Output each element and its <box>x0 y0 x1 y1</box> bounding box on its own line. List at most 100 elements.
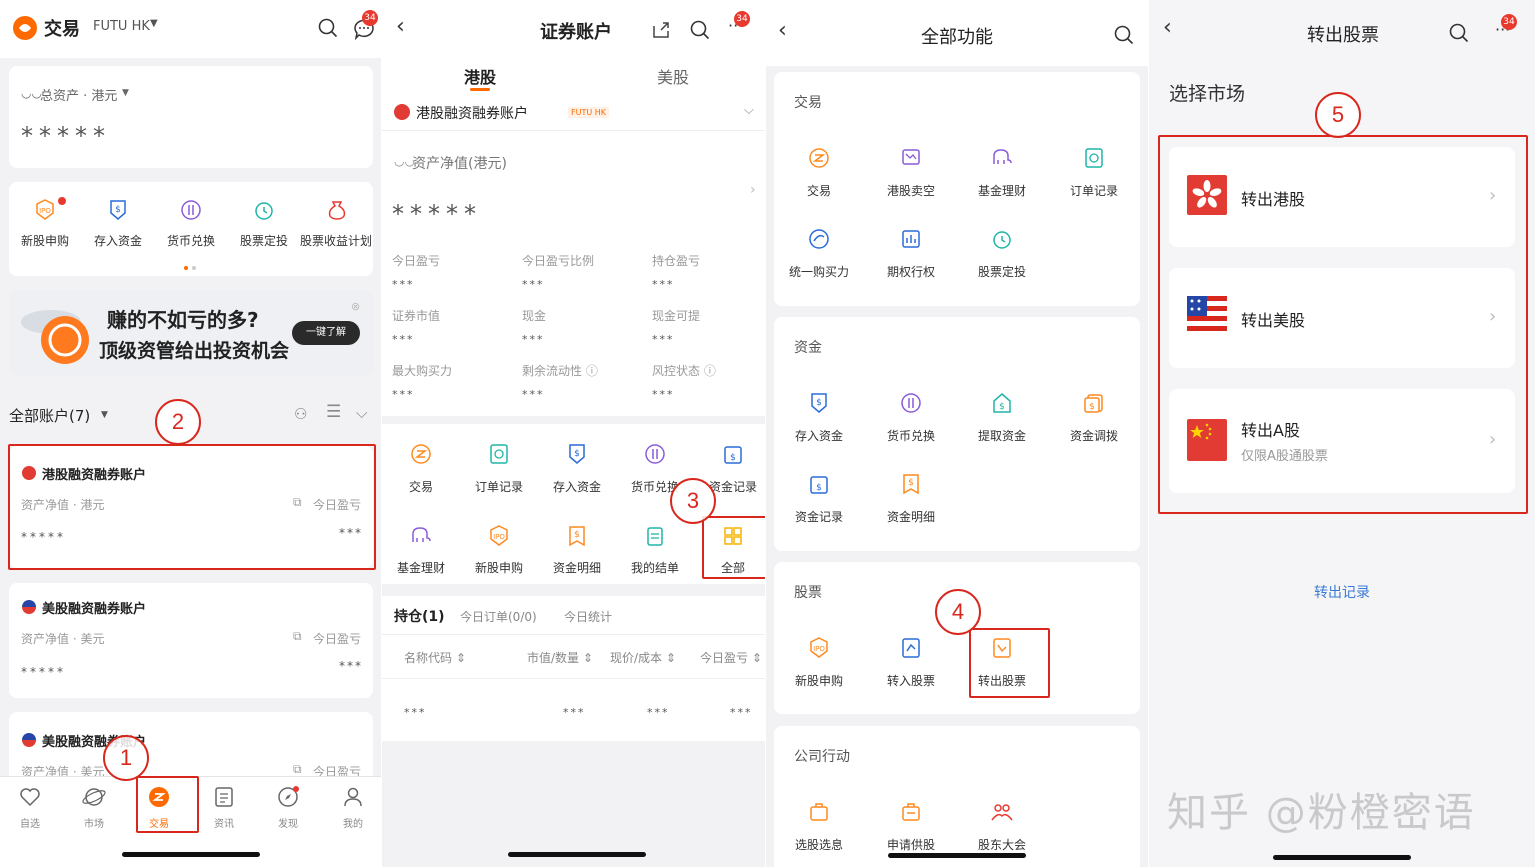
ipo-icon[interactable]: IPO <box>487 524 511 548</box>
user-icon[interactable]: ⚇ <box>294 405 307 423</box>
tab-me[interactable]: 我的 <box>328 815 378 830</box>
fund-detail-icon[interactable]: $ <box>565 524 589 548</box>
share-icon[interactable]: ⧉ <box>293 762 302 777</box>
col-price-cost[interactable]: 现价/成本 ⇕ <box>610 649 676 666</box>
tab-discover[interactable]: 发现 <box>263 815 313 830</box>
func-order-record[interactable]: 订单记录 <box>459 478 539 495</box>
transfer-in-icon[interactable] <box>899 636 923 660</box>
func-statement[interactable]: 我的结单 <box>615 559 695 576</box>
func-regular-invest[interactable]: 股票定投 <box>962 263 1042 280</box>
ipo-icon[interactable]: IPO <box>33 198 57 222</box>
briefcase-icon[interactable] <box>807 800 831 824</box>
quick-exchange[interactable]: 货币兑换 <box>151 232 231 249</box>
elephant-icon[interactable] <box>990 146 1014 170</box>
func-dividend-choice[interactable]: 选股选息 <box>779 836 859 853</box>
order-record-icon[interactable] <box>1082 146 1106 170</box>
planet-icon[interactable] <box>82 785 106 809</box>
func-trade[interactable]: 交易 <box>779 182 859 199</box>
tab-us-stocks[interactable]: 美股 <box>657 64 689 88</box>
ipo-icon[interactable]: IPO <box>807 636 831 660</box>
tab-news[interactable]: 资讯 <box>199 815 249 830</box>
tab-market[interactable]: 市场 <box>69 815 119 830</box>
statement-icon[interactable] <box>643 524 667 548</box>
tab-hk-stocks[interactable]: 港股 <box>464 64 496 88</box>
money-bag-icon[interactable] <box>325 198 349 222</box>
tab-today-orders[interactable]: 今日订单(0/0) <box>460 608 537 625</box>
func-withdraw[interactable]: 提取资金 <box>962 427 1042 444</box>
search-icon[interactable] <box>318 18 338 38</box>
tab-today-stats[interactable]: 今日统计 <box>564 608 612 625</box>
compass-icon[interactable] <box>276 785 300 809</box>
back-arrow-icon[interactable]: ‹ <box>1163 15 1172 40</box>
share-icon[interactable] <box>651 20 671 40</box>
share-icon[interactable]: ⧉ <box>293 629 302 644</box>
tab-watchlist[interactable]: 自选 <box>5 815 55 830</box>
eye-icon[interactable]: ◡◡ <box>21 86 42 100</box>
col-market-value[interactable]: 市值/数量 ⇕ <box>527 649 593 666</box>
func-ipo[interactable]: 新股申购 <box>779 672 859 689</box>
func-fund-detail[interactable]: 资金明细 <box>537 559 617 576</box>
short-sell-icon[interactable] <box>899 146 923 170</box>
promo-banner[interactable]: 赚的不如亏的多? 顶级资管给出投资机会 一键了解 ⊗ <box>9 290 373 376</box>
func-ipo[interactable]: 新股申购 <box>459 559 539 576</box>
func-short-sell[interactable]: 港股卖空 <box>871 182 951 199</box>
back-arrow-icon[interactable]: ‹ <box>778 18 787 43</box>
elephant-icon[interactable] <box>409 524 433 548</box>
col-today-pl[interactable]: 今日盈亏 ⇕ <box>700 649 762 666</box>
search-icon[interactable] <box>1449 23 1469 43</box>
func-fund-detail[interactable]: 资金明细 <box>871 508 951 525</box>
currency-exchange-icon[interactable] <box>643 442 667 466</box>
meeting-icon[interactable] <box>990 800 1014 824</box>
buying-power-icon[interactable] <box>807 227 831 251</box>
func-rights-issue[interactable]: 申请供股 <box>871 836 951 853</box>
trade-icon[interactable] <box>807 146 831 170</box>
alarm-clock-icon[interactable] <box>990 227 1014 251</box>
fund-transfer-icon[interactable]: $ <box>1082 391 1106 415</box>
profile-icon[interactable] <box>341 785 365 809</box>
broker-selector[interactable]: FUTU HK <box>93 19 150 34</box>
alarm-clock-icon[interactable] <box>252 198 276 222</box>
back-arrow-icon[interactable]: ‹ <box>396 14 405 39</box>
func-fund[interactable]: 基金理财 <box>382 559 461 576</box>
chevron-right-icon[interactable]: › <box>750 182 756 198</box>
list-icon[interactable]: ☰ <box>326 402 341 422</box>
calendar-icon[interactable]: $ <box>721 442 745 466</box>
func-shareholder-meeting[interactable]: 股东大会 <box>962 836 1042 853</box>
accounts-label[interactable]: 全部账户(7) <box>9 405 90 426</box>
news-icon[interactable] <box>212 785 236 809</box>
heart-icon[interactable] <box>18 785 42 809</box>
trade-icon[interactable] <box>409 442 433 466</box>
currency-exchange-icon[interactable] <box>899 391 923 415</box>
account-name[interactable]: 港股融资融券账户 <box>416 103 528 123</box>
tab-positions[interactable]: 持仓(1) <box>394 606 445 626</box>
option-exercise-icon[interactable] <box>899 227 923 251</box>
banner-button[interactable]: 一键了解 <box>292 321 360 345</box>
close-icon[interactable]: ⊗ <box>351 300 360 313</box>
func-exchange[interactable]: 货币兑换 <box>871 427 951 444</box>
func-option-exercise[interactable]: 期权行权 <box>871 263 951 280</box>
calendar-icon[interactable]: $ <box>807 472 831 496</box>
quick-deposit[interactable]: 存入资金 <box>78 232 158 249</box>
quick-income-plan[interactable]: 股票收益计划 <box>296 232 376 249</box>
func-deposit[interactable]: 存入资金 <box>537 478 617 495</box>
chevron-down-icon[interactable]: ⌵ <box>744 103 754 118</box>
collapse-chevron-icon[interactable]: ⌵ <box>356 404 367 422</box>
quick-ipo[interactable]: 新股申购 <box>5 232 85 249</box>
search-icon[interactable] <box>1114 25 1134 45</box>
transfer-records-link[interactable]: 转出记录 <box>1314 582 1370 602</box>
deposit-icon[interactable]: $ <box>807 391 831 415</box>
search-icon[interactable] <box>690 20 710 40</box>
func-deposit[interactable]: 存入资金 <box>779 427 859 444</box>
func-buying-power[interactable]: 统一购买力 <box>779 263 859 280</box>
func-transfer-in[interactable]: 转入股票 <box>871 672 951 689</box>
order-record-icon[interactable] <box>487 442 511 466</box>
deposit-icon[interactable]: $ <box>106 198 130 222</box>
func-fund-transfer[interactable]: 资金调拨 <box>1054 427 1134 444</box>
fund-detail-icon[interactable]: $ <box>899 472 923 496</box>
func-trade[interactable]: 交易 <box>382 478 461 495</box>
func-fund[interactable]: 基金理财 <box>962 182 1042 199</box>
quick-regular-invest[interactable]: 股票定投 <box>224 232 304 249</box>
deposit-icon[interactable]: $ <box>565 442 589 466</box>
currency-exchange-icon[interactable] <box>179 198 203 222</box>
rights-issue-icon[interactable] <box>899 800 923 824</box>
